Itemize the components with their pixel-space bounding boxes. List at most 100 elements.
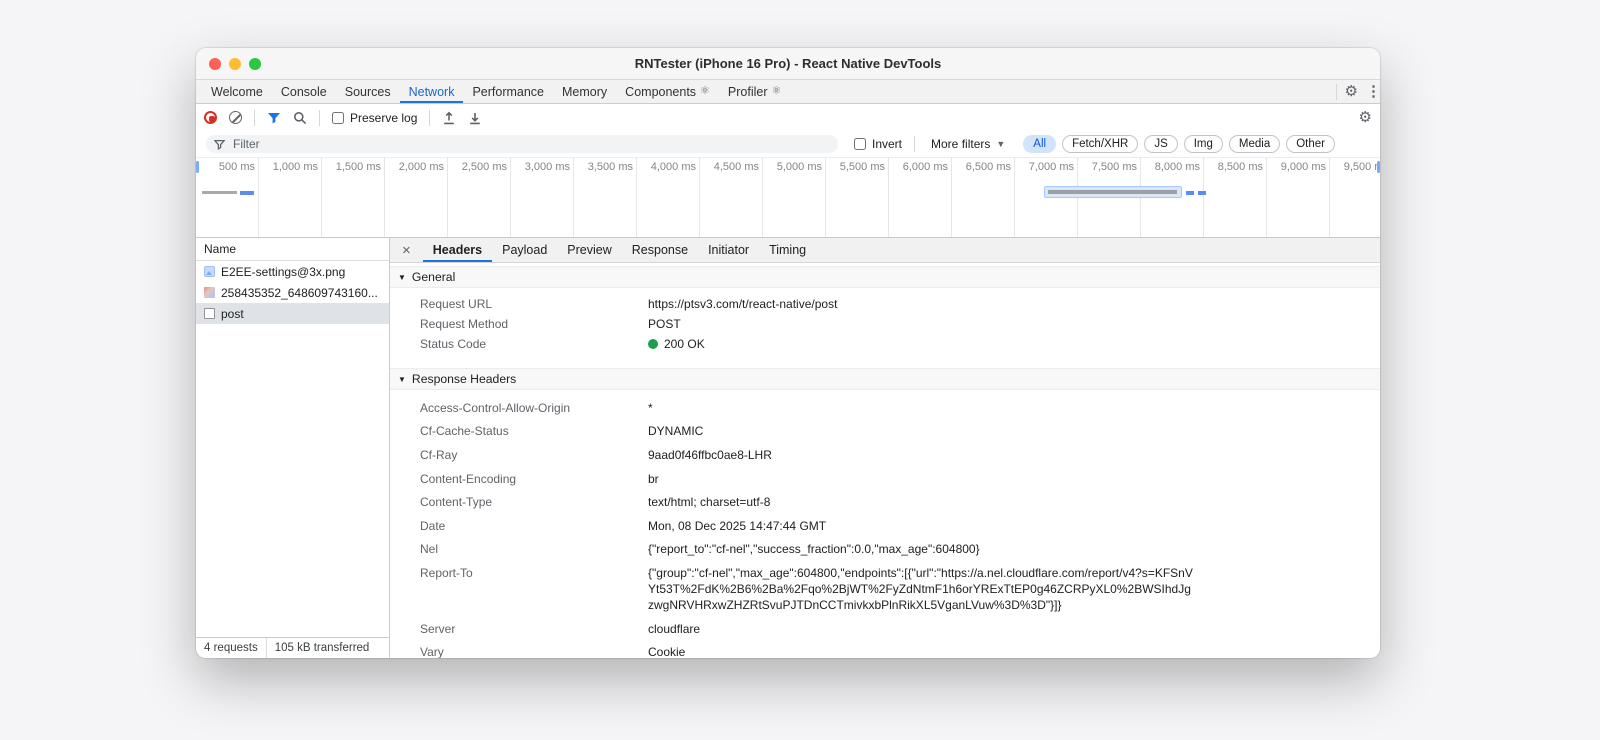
- request-row[interactable]: E2EE-settings@3x.png: [196, 261, 389, 282]
- close-details-button[interactable]: ×: [390, 238, 423, 262]
- window-title: RNTester (iPhone 16 Pro) - React Native …: [634, 56, 942, 71]
- timeline-tick-label: 1,500 ms: [335, 161, 381, 173]
- details-tab-headers[interactable]: Headers: [422, 238, 493, 262]
- tab-label: Console: [280, 84, 327, 99]
- invert-checkbox[interactable]: [854, 138, 866, 150]
- header-row: Server cloudflare: [390, 617, 1380, 641]
- filter-pill-fetch-xhr[interactable]: Fetch/XHR: [1062, 135, 1139, 153]
- requests-count: 4 requests: [204, 642, 258, 654]
- details-tab-preview[interactable]: Preview: [557, 238, 621, 262]
- timeline-tick-label: 6,000 ms: [902, 161, 948, 173]
- tab-network[interactable]: Network: [399, 80, 464, 103]
- timeline-column: 500 ms: [196, 158, 259, 237]
- header-value: Cookie: [648, 645, 686, 658]
- more-options-icon[interactable]: ⋮: [1366, 84, 1380, 99]
- section-rows: Request URL https://ptsv3.com/t/react-nat…: [390, 288, 1380, 362]
- clear-network-log-button[interactable]: [229, 111, 242, 124]
- timeline-left-handle[interactable]: [196, 161, 199, 173]
- header-row: Date Mon, 08 Dec 2025 14:47:44 GMT: [390, 514, 1380, 538]
- waterfall-bar-selected: [1044, 186, 1182, 198]
- tab-label: Profiler: [727, 84, 768, 99]
- header-row: Cf-Ray 9aad0f46ffbc0ae8-LHR: [390, 443, 1380, 467]
- filter-funnel-icon: [214, 139, 225, 150]
- header-name: Cf-Ray: [420, 447, 458, 462]
- disclosure-triangle-icon: ▼: [398, 272, 406, 282]
- more-filters-button[interactable]: More filters ▼: [927, 137, 1009, 151]
- divider: [1335, 83, 1337, 100]
- search-icon[interactable]: [293, 111, 307, 125]
- filter-pill-other[interactable]: Other: [1286, 135, 1335, 153]
- tab-welcome[interactable]: Welcome: [202, 80, 272, 103]
- filter-input-box[interactable]: [206, 135, 838, 153]
- divider: [319, 109, 320, 126]
- image-file-icon: [204, 266, 215, 277]
- preserve-log-label: Preserve log: [350, 110, 418, 125]
- tab-profiler[interactable]: Profiler ⚛: [719, 80, 790, 103]
- details-tabbar: × Headers Payload Preview Response Initiator…: [390, 238, 1380, 263]
- name-column-header[interactable]: Name: [196, 238, 389, 261]
- timeline-column: 3,000 ms: [511, 158, 574, 237]
- timeline-right-handle[interactable]: [1377, 161, 1380, 173]
- waterfall-bar-dash: [1186, 190, 1194, 195]
- timeline-tick-label: 500 ms: [218, 161, 255, 173]
- request-row[interactable]: 258435352_648609743160...: [196, 282, 389, 303]
- tab-memory[interactable]: Memory: [553, 80, 616, 103]
- filter-toggle-icon[interactable]: [267, 111, 281, 125]
- details-tab-initiator[interactable]: Initiator: [698, 238, 759, 262]
- tab-performance[interactable]: Performance: [463, 80, 553, 103]
- header-value: Mon, 08 Dec 2025 14:47:44 GMT: [648, 518, 827, 533]
- details-tab-timing[interactable]: Timing: [759, 238, 816, 262]
- request-row[interactable]: post: [196, 303, 389, 324]
- header-row: Report-To {"group":"cf-nel","max_age":604…: [390, 561, 1380, 617]
- details-tab-response[interactable]: Response: [622, 238, 698, 262]
- timeline-tick-label: 4,500 ms: [713, 161, 759, 173]
- filter-pill-all[interactable]: All: [1023, 135, 1057, 153]
- header-name: Access-Control-Allow-Origin: [420, 400, 571, 415]
- export-har-icon[interactable]: [468, 111, 482, 125]
- network-settings-gear-icon[interactable]: ⚙: [1359, 110, 1372, 125]
- filter-input[interactable]: [231, 136, 830, 152]
- import-har-icon[interactable]: [442, 111, 456, 125]
- image-thumbnail-icon: [204, 287, 215, 298]
- details-tabs: Headers Payload Preview Response Initiator Ti…: [422, 238, 816, 262]
- header-value: text/html; charset=utf-8: [648, 495, 771, 510]
- timeline-column: 1,500 ms: [322, 158, 385, 237]
- section-header-response-headers[interactable]: ▼ Response Headers: [390, 368, 1380, 390]
- tab-label: Welcome: [211, 84, 263, 99]
- minimize-window-button[interactable]: [229, 58, 241, 70]
- tab-console[interactable]: Console: [272, 80, 336, 103]
- details-tab-payload[interactable]: Payload: [492, 238, 557, 262]
- header-value: {"report_to":"cf-nel","success_fraction"…: [648, 542, 980, 557]
- timeline-column: 4,000 ms: [637, 158, 700, 237]
- timeline-tick-label: 4,000 ms: [650, 161, 696, 173]
- timeline-overview[interactable]: 500 ms 1,000 ms 1,500 ms 2,000 ms 2,500 ms 3,…: [196, 157, 1380, 238]
- header-value: POST: [648, 317, 681, 331]
- timeline-column: 9,500 ms: [1330, 158, 1380, 237]
- tab-sources[interactable]: Sources: [336, 80, 400, 103]
- preserve-log-checkbox[interactable]: [332, 111, 344, 124]
- header-value: DYNAMIC: [648, 424, 704, 439]
- record-network-log-button[interactable]: [204, 111, 217, 124]
- request-list: E2EE-settings@3x.png 258435352_6486097431…: [196, 261, 389, 324]
- timeline-tick-label: 3,000 ms: [524, 161, 570, 173]
- zoom-window-button[interactable]: [249, 58, 261, 70]
- devtools-window: RNTester (iPhone 16 Pro) - React Native …: [196, 48, 1380, 658]
- timeline-column: 3,500 ms: [574, 158, 637, 237]
- settings-gear-icon[interactable]: ⚙: [1345, 84, 1358, 99]
- tab-components[interactable]: Components ⚛: [616, 80, 719, 103]
- devtools-tabbar: Welcome Console Sources Network Performance M…: [196, 80, 1380, 104]
- tab-label: Performance: [472, 84, 545, 99]
- waterfall-bar: [240, 190, 254, 195]
- filter-pill-js[interactable]: JS: [1144, 135, 1178, 153]
- network-content: Name E2EE-settings@3x.png 258435352_64860…: [196, 238, 1380, 658]
- timeline-column: 2,000 ms: [385, 158, 448, 237]
- status-dot-icon: [648, 339, 658, 349]
- timeline-column: 1,000 ms: [259, 158, 322, 237]
- react-atom-icon: ⚛: [771, 85, 782, 97]
- close-window-button[interactable]: [209, 58, 221, 70]
- header-name: Vary: [420, 645, 444, 658]
- filter-pill-img[interactable]: Img: [1183, 135, 1223, 153]
- timeline-tick-label: 8,500 ms: [1217, 161, 1263, 173]
- section-header-general[interactable]: ▼ General: [390, 266, 1380, 288]
- filter-pill-media[interactable]: Media: [1228, 135, 1281, 153]
